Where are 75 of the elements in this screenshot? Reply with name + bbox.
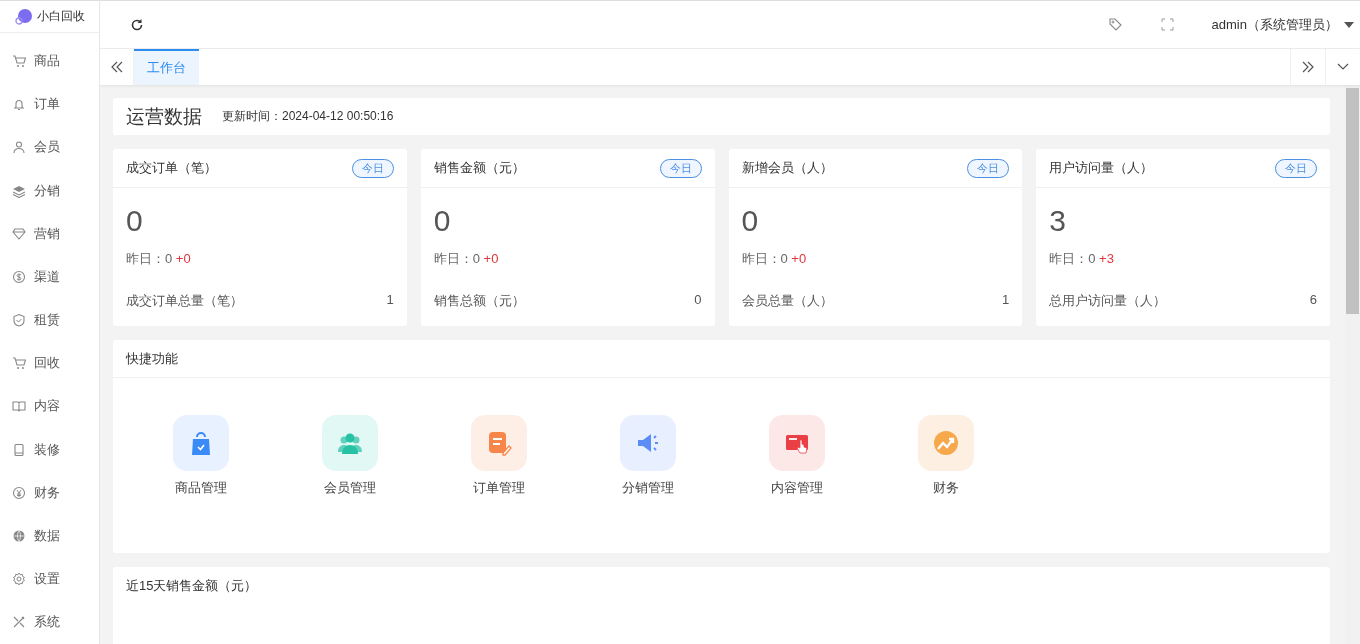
yesterday-value: 昨日：0 <box>126 251 173 266</box>
cart-icon <box>12 356 26 371</box>
yesterday-value: 昨日：0 <box>1049 251 1096 266</box>
sidebar-item[interactable]: 会员 <box>0 125 99 169</box>
sidebar-item[interactable]: 回收 <box>0 341 99 385</box>
yen-icon <box>12 485 26 500</box>
shield-icon <box>12 313 26 328</box>
sidebar-item[interactable]: 装修 <box>0 428 99 472</box>
sidebar-item[interactable]: 分销 <box>0 168 99 213</box>
sidebar-item[interactable]: 系统 <box>0 600 99 644</box>
cart-icon <box>12 53 26 68</box>
change-value: +0 <box>175 251 191 266</box>
shortcut-item[interactable]: 会员管理 <box>275 414 424 498</box>
diamond-icon <box>12 226 26 241</box>
sidebar-item[interactable]: 营销 <box>0 212 99 256</box>
stat-value: 0 <box>433 203 452 239</box>
card-title: 销售金额（元） <box>433 159 525 177</box>
chart-title: 近15天销售金额（元） <box>126 578 258 593</box>
today-tag: 今日 <box>967 158 1010 178</box>
total-value: 1 <box>386 292 394 309</box>
total-label: 销售总额（元） <box>433 292 525 310</box>
shortcut-item[interactable]: 财务 <box>871 414 1020 498</box>
dollar-icon <box>12 269 26 284</box>
sidebar-item[interactable]: 渠道 <box>0 255 99 299</box>
total-value: 6 <box>1309 292 1317 309</box>
sidebar-item[interactable]: 租赁 <box>0 298 99 342</box>
caret-down-icon <box>1344 21 1354 28</box>
user-menu[interactable]: admin（系统管理员） <box>1207 11 1358 38</box>
total-label: 成交订单总量（笔） <box>126 292 243 310</box>
logo-text: 小白回收 <box>37 8 85 26</box>
sidebar-item[interactable]: 订单 <box>0 82 99 126</box>
today-tag: 今日 <box>351 158 394 178</box>
shortcut-item[interactable]: 内容管理 <box>722 414 871 498</box>
layers-icon <box>12 183 26 198</box>
total-label: 会员总量（人） <box>741 292 833 310</box>
shortcut-item[interactable]: 分销管理 <box>573 414 722 498</box>
shortcut-item[interactable]: 订单管理 <box>424 414 573 498</box>
panel-title: 快捷功能 <box>126 349 178 368</box>
globe-icon <box>12 529 26 544</box>
card-title: 用户访问量（人） <box>1049 159 1154 177</box>
sidebar-item[interactable]: 商品 <box>0 39 99 83</box>
double-chevron-left-icon <box>109 61 124 73</box>
double-chevron-right-icon <box>1301 61 1315 73</box>
refresh-icon <box>130 17 144 32</box>
sidebar-item[interactable]: 设置 <box>0 557 99 601</box>
tablet-icon <box>12 442 26 457</box>
sidebar-item[interactable]: 内容 <box>0 384 99 429</box>
stat-value: 0 <box>741 203 760 239</box>
total-value: 1 <box>1002 292 1010 309</box>
total-value: 0 <box>694 292 702 309</box>
book-icon <box>12 399 26 414</box>
stat-value: 3 <box>1049 203 1067 239</box>
stat-value: 0 <box>126 203 144 239</box>
total-label: 总用户访问量（人） <box>1049 292 1167 310</box>
card-title: 新增会员（人） <box>741 159 833 177</box>
today-tag: 今日 <box>659 158 702 178</box>
chevron-down-icon <box>1337 63 1349 71</box>
card-title: 成交订单（笔） <box>126 159 217 177</box>
yesterday-value: 昨日：0 <box>433 251 480 266</box>
change-value: +0 <box>791 251 807 266</box>
change-value: +0 <box>483 251 499 266</box>
trend-chart-icon <box>931 429 960 457</box>
yesterday-value: 昨日：0 <box>741 251 788 266</box>
sidebar-item[interactable]: 数据 <box>0 514 99 558</box>
tools-icon <box>12 615 26 630</box>
shortcut-item[interactable]: 商品管理 <box>126 414 275 498</box>
bell-icon <box>12 97 26 112</box>
update-time: 更新时间：2024-04-12 00:50:16 <box>222 108 394 125</box>
sidebar-item[interactable]: 财务 <box>0 471 99 515</box>
section-title: 运营数据 <box>126 104 202 129</box>
gear-icon <box>12 572 26 587</box>
today-tag: 今日 <box>1275 158 1317 178</box>
change-value: +3 <box>1099 251 1114 266</box>
user-icon <box>12 140 26 155</box>
logo-icon <box>14 6 34 27</box>
